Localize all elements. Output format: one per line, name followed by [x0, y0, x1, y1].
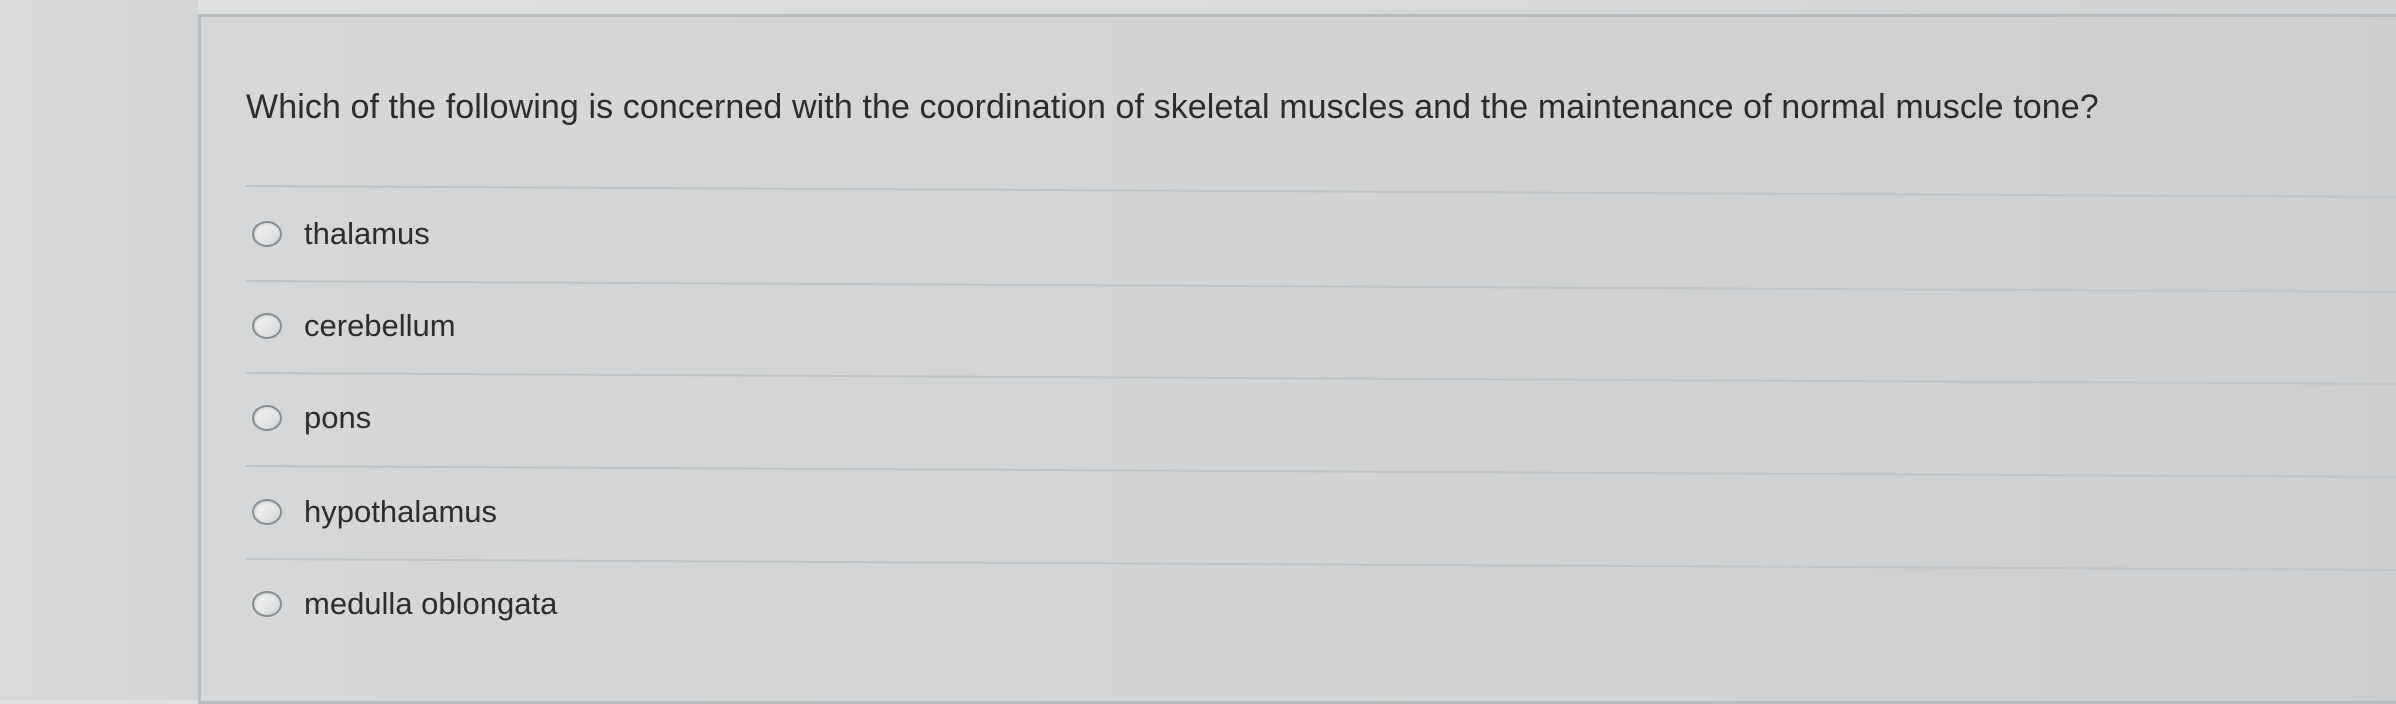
option-label: thalamus — [304, 216, 430, 251]
option-pons[interactable]: pons — [252, 392, 371, 444]
question-text: Which of the following is concerned with… — [246, 88, 2099, 126]
option-hypothalamus[interactable]: hypothalamus — [252, 486, 497, 538]
option-cerebellum[interactable]: cerebellum — [252, 300, 456, 352]
option-label: hypothalamus — [304, 494, 498, 529]
option-label: cerebellum — [304, 308, 456, 343]
radio-icon[interactable] — [252, 221, 282, 247]
radio-icon[interactable] — [252, 313, 282, 339]
option-label: medulla oblongata — [304, 586, 558, 621]
option-medulla-oblongata[interactable]: medulla oblongata — [252, 578, 557, 630]
radio-icon[interactable] — [252, 499, 282, 525]
radio-icon[interactable] — [252, 405, 282, 431]
option-label: pons — [304, 400, 372, 435]
radio-icon[interactable] — [252, 591, 282, 617]
option-thalamus[interactable]: thalamus — [252, 208, 430, 260]
left-margin — [0, 0, 198, 700]
